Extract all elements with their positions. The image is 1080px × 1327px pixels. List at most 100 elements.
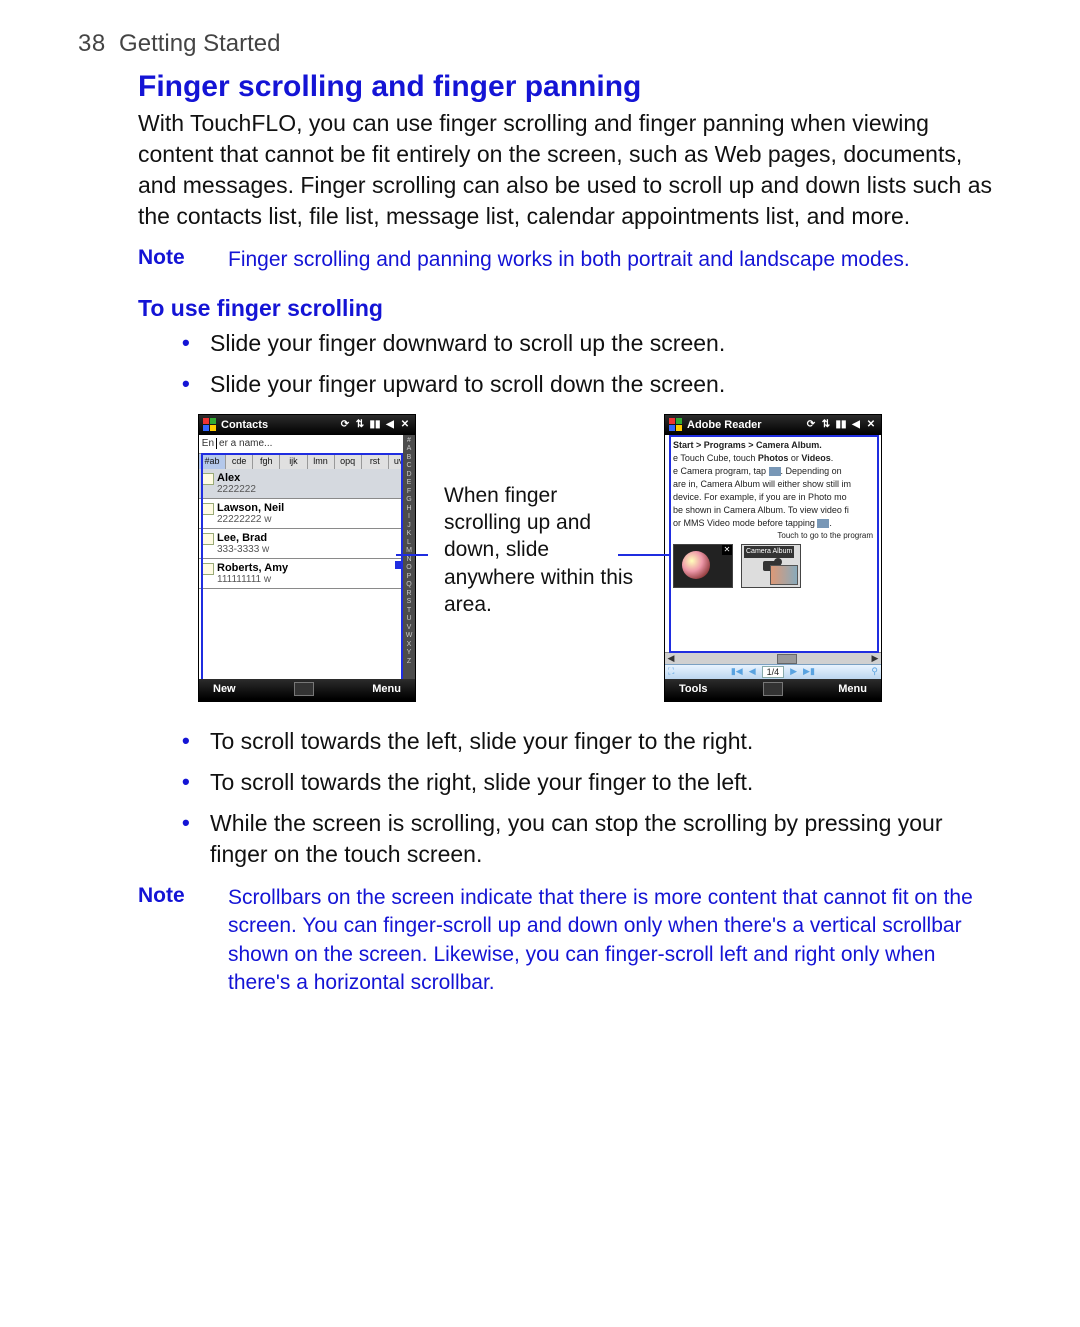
volume-icon[interactable]: ◀ <box>850 419 862 431</box>
bullet-item: Slide your finger downward to scroll up … <box>182 328 1002 359</box>
page: 38 Getting Started Finger scrolling and … <box>0 0 1080 1327</box>
contacts-screen[interactable]: Ener a name... #ab cde fgh ijk lmn opq r… <box>199 435 415 679</box>
intro-paragraph: With TouchFLO, you can use finger scroll… <box>138 108 1002 232</box>
prev-page-icon[interactable]: ◀ <box>749 666 756 677</box>
input-placeholder: er a name... <box>219 438 272 449</box>
contact-row[interactable]: Roberts, Amy 111111111 w <box>199 559 403 589</box>
doc-callout: Touch to go to the program <box>733 531 873 540</box>
bullet-list-2: To scroll towards the left, slide your f… <box>138 726 1002 870</box>
contact-name: Roberts, Amy <box>217 562 399 574</box>
contact-row[interactable]: Alex 2222222 <box>199 469 403 499</box>
text-cursor <box>216 438 217 449</box>
contact-icon <box>202 503 214 515</box>
device-contacts: Contacts ⟳ ⇅ ▮▮ ◀ ✕ Ener a name... #ab c… <box>198 414 416 702</box>
volume-icon[interactable]: ◀ <box>384 419 396 431</box>
search-input[interactable]: Ener a name... <box>199 435 415 454</box>
signal-icon: ▮▮ <box>835 419 847 431</box>
keyboard-icon[interactable] <box>763 682 783 696</box>
keyboard-icon[interactable] <box>294 682 314 696</box>
note-label: Note <box>138 246 192 274</box>
alpha-tab[interactable]: opq <box>335 454 362 470</box>
thumbnail-image[interactable]: ✕ <box>673 544 733 588</box>
doc-text: be shown in Camera Album. To view video … <box>673 504 879 516</box>
fullscreen-icon[interactable]: ⛶ <box>668 666 674 677</box>
contact-name: Lawson, Neil <box>217 502 399 514</box>
app-title: Contacts <box>221 419 268 431</box>
contact-number: 111111111 w <box>217 574 399 585</box>
softkey-menu[interactable]: Menu <box>372 683 401 695</box>
softkey-bar: Tools Menu <box>665 679 881 699</box>
softkey-tools[interactable]: Tools <box>679 683 708 695</box>
softkey-bar: New Menu <box>199 679 415 699</box>
faces-preview <box>770 565 798 585</box>
close-icon[interactable]: ✕ <box>722 545 732 555</box>
connection-icon[interactable]: ⇅ <box>820 419 832 431</box>
chapter-title: Getting Started <box>119 30 280 57</box>
bullet-item: Slide your finger upward to scroll down … <box>182 369 1002 400</box>
scroll-left-icon[interactable]: ◀ <box>665 653 677 664</box>
note-1: Note Finger scrolling and panning works … <box>138 246 1002 274</box>
contact-name: Lee, Brad <box>217 532 399 544</box>
alpha-tab[interactable]: ijk <box>280 454 307 470</box>
last-page-icon[interactable]: ▶▮ <box>803 666 815 677</box>
alpha-tabs[interactable]: #ab cde fgh ijk lmn opq rst uvw <box>199 454 415 470</box>
contact-row[interactable]: Lawson, Neil 22222222 w <box>199 499 403 529</box>
reader-screen[interactable]: Start > Programs > Camera Album. e Touch… <box>665 435 881 679</box>
play-icon <box>817 519 829 528</box>
play-icon <box>769 467 781 476</box>
connection-icon[interactable]: ⇅ <box>354 419 366 431</box>
doc-text: or <box>788 453 801 463</box>
page-indicator: 1/4 <box>762 666 785 678</box>
doc-text: . Depending on <box>781 466 842 476</box>
alpha-tab[interactable]: #ab <box>199 454 226 470</box>
alpha-tab[interactable]: rst <box>362 454 389 470</box>
document-body[interactable]: Start > Programs > Camera Album. e Touch… <box>671 435 881 651</box>
contact-number: 333-3333 w <box>217 544 399 555</box>
contact-number: 2222222 <box>217 484 399 495</box>
titlebar: Adobe Reader ⟳ ⇅ ▮▮ ◀ ✕ <box>665 415 881 435</box>
note-label: Note <box>138 884 192 997</box>
alpha-tab[interactable]: cde <box>226 454 253 470</box>
bullet-item: To scroll towards the left, slide your f… <box>182 726 1002 757</box>
breadcrumb-start: Start <box>673 440 694 450</box>
contact-icon <box>202 563 214 575</box>
note-2: Note Scrollbars on the screen indicate t… <box>138 884 1002 997</box>
scroll-right-icon[interactable]: ▶ <box>869 653 881 664</box>
contact-row[interactable]: Lee, Brad 333-3333 w <box>199 529 403 559</box>
thumbnail-row: ✕ Camera Album <box>673 544 879 588</box>
next-page-icon[interactable]: ▶ <box>790 666 797 677</box>
first-page-icon[interactable]: ▮◀ <box>731 666 743 677</box>
breadcrumb: > Programs > Camera Album. <box>694 440 822 450</box>
az-index-strip[interactable]: #ABCDEFGHIJKLMNOPQRSTUVWXYZ <box>403 435 415 679</box>
doc-text: e Camera program, tap <box>673 466 769 476</box>
softkey-menu[interactable]: Menu <box>838 683 867 695</box>
figure-caption: When finger scrolling up and down, slide… <box>444 482 634 618</box>
bullet-item: While the screen is scrolling, you can s… <box>182 808 1002 870</box>
sync-icon[interactable]: ⟳ <box>805 419 817 431</box>
start-icon[interactable] <box>203 418 217 432</box>
device-reader: Adobe Reader ⟳ ⇅ ▮▮ ◀ ✕ Start > Programs… <box>664 414 882 702</box>
softkey-new[interactable]: New <box>213 683 236 695</box>
sync-icon[interactable]: ⟳ <box>339 419 351 431</box>
alpha-tab[interactable]: lmn <box>308 454 335 470</box>
doc-text: are in, Camera Album will either show st… <box>673 478 879 490</box>
doc-text: device. For example, if you are in Photo… <box>673 491 879 503</box>
contact-icon <box>202 473 214 485</box>
thumbnail-label: Camera Album <box>744 546 794 558</box>
contact-number: 22222222 w <box>217 514 399 525</box>
close-icon[interactable]: ✕ <box>399 419 411 431</box>
section-title: Finger scrolling and finger panning <box>138 70 1002 104</box>
tools-icon[interactable]: ⚲ <box>871 666 878 677</box>
alpha-tab[interactable]: fgh <box>253 454 280 470</box>
doc-text: e Touch Cube, touch <box>673 453 758 463</box>
start-icon[interactable] <box>669 418 683 432</box>
thumbnail-camera-album[interactable]: Camera Album <box>741 544 801 588</box>
contact-list[interactable]: Alex 2222222 Lawson, Neil 22222222 w Lee… <box>199 469 403 679</box>
bullet-list-1: Slide your finger downward to scroll up … <box>138 328 1002 400</box>
titlebar: Contacts ⟳ ⇅ ▮▮ ◀ ✕ <box>199 415 415 435</box>
content: Finger scrolling and finger panning With… <box>78 70 1002 997</box>
doc-text: . <box>831 453 834 463</box>
doc-text-bold: Photos <box>758 453 789 463</box>
close-icon[interactable]: ✕ <box>865 419 877 431</box>
scroll-thumb[interactable] <box>777 654 797 664</box>
